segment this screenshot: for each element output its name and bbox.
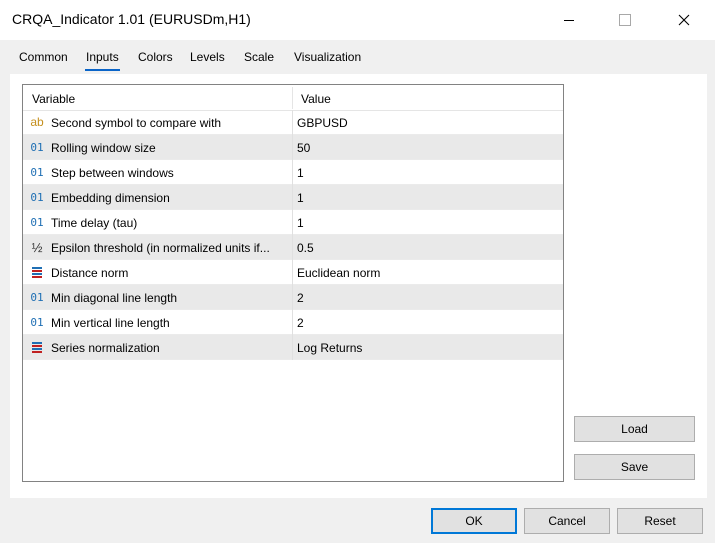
table-row[interactable]: 01 Time delay (tau) 1 [23,210,563,235]
reset-button[interactable]: Reset [617,508,703,534]
table-row[interactable]: 01 Embedding dimension 1 [23,185,563,210]
close-button[interactable] [661,0,707,40]
variable-value[interactable]: 0.5 [297,241,314,255]
variable-name: Min diagonal line length [51,291,178,305]
tab-scale[interactable]: Scale [244,50,274,64]
variable-value[interactable]: Log Returns [297,341,362,355]
table-row[interactable]: ab Second symbol to compare with GBPUSD [23,110,563,135]
cell-divider [292,110,293,135]
tab-visualization[interactable]: Visualization [294,50,361,64]
cell-divider [292,260,293,285]
variable-value[interactable]: 1 [297,166,304,180]
tab-bar: Common Inputs Colors Levels Scale Visual… [0,40,715,74]
cancel-button[interactable]: Cancel [524,508,610,534]
variable-name: Distance norm [51,266,129,280]
close-icon [678,14,690,26]
variable-value[interactable]: 2 [297,316,304,330]
variable-name: Min vertical line length [51,316,170,330]
ok-button[interactable]: OK [431,508,517,534]
variable-value[interactable]: GBPUSD [297,116,348,130]
cell-divider [292,135,293,160]
variable-name: Time delay (tau) [51,216,138,230]
inputs-grid[interactable]: Variable Value ab Second symbol to compar… [22,84,564,482]
variable-name: Step between windows [51,166,174,180]
cell-divider [292,310,293,335]
table-row[interactable]: 01 Min vertical line length 2 [23,310,563,335]
grid-header: Variable Value [23,85,563,111]
variable-value[interactable]: 50 [297,141,310,155]
variable-name: Embedding dimension [51,191,170,205]
variable-name: Series normalization [51,341,160,355]
cell-divider [292,210,293,235]
table-row[interactable]: 01 Step between windows 1 [23,160,563,185]
table-row[interactable]: Series normalization Log Returns [23,335,563,360]
minimize-button[interactable] [546,0,592,40]
maximize-button[interactable] [602,0,648,40]
integer-type-icon: 01 [30,216,44,229]
integer-type-icon: 01 [30,291,44,304]
table-row[interactable]: Distance norm Euclidean norm [23,260,563,285]
tab-inputs[interactable]: Inputs [85,50,120,71]
cell-divider [292,185,293,210]
integer-type-icon: 01 [30,141,44,154]
load-button[interactable]: Load [574,416,695,442]
variable-value[interactable]: 1 [297,191,304,205]
variable-value[interactable]: Euclidean norm [297,266,380,280]
string-type-icon: ab [30,115,44,129]
column-header-value[interactable]: Value [301,92,331,106]
maximize-icon [619,14,631,26]
integer-type-icon: 01 [30,191,44,204]
cell-divider [292,160,293,185]
variable-value[interactable]: 2 [297,291,304,305]
cell-divider [292,335,293,360]
variable-name: Rolling window size [51,141,156,155]
tab-colors[interactable]: Colors [138,50,173,64]
integer-type-icon: 01 [30,316,44,329]
variable-value[interactable]: 1 [297,216,304,230]
column-divider[interactable] [292,87,293,109]
table-row[interactable]: 01 Rolling window size 50 [23,135,563,160]
enum-type-icon [29,340,45,355]
tab-common[interactable]: Common [19,50,68,64]
column-header-variable[interactable]: Variable [32,92,75,106]
integer-type-icon: 01 [30,166,44,179]
minimize-icon [564,19,574,21]
table-row[interactable]: ½ Epsilon threshold (in normalized units … [23,235,563,260]
title-bar[interactable]: CRQA_Indicator 1.01 (EURUSDm,H1) [0,0,715,40]
cell-divider [292,285,293,310]
variable-name: Second symbol to compare with [51,116,222,130]
double-type-icon: ½ [31,240,43,255]
cell-divider [292,235,293,260]
save-button[interactable]: Save [574,454,695,480]
enum-type-icon [29,265,45,280]
tab-levels[interactable]: Levels [190,50,225,64]
table-row[interactable]: 01 Min diagonal line length 2 [23,285,563,310]
variable-name: Epsilon threshold (in normalized units i… [51,241,270,255]
window-title: CRQA_Indicator 1.01 (EURUSDm,H1) [12,11,251,27]
